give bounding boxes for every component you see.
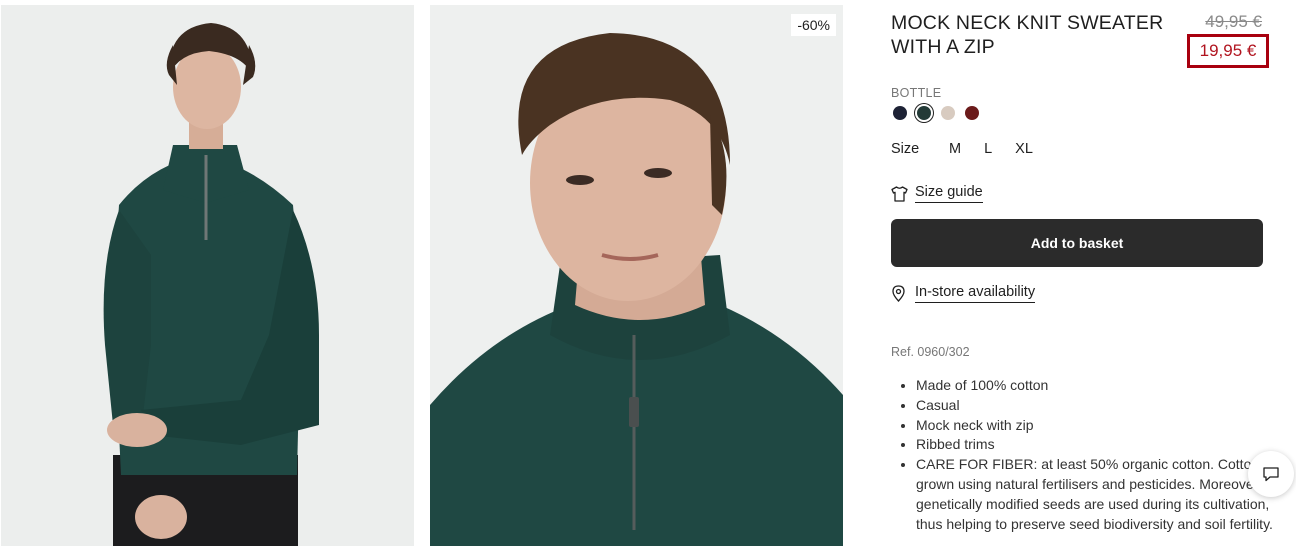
list-item: Ribbed trims (916, 435, 1281, 455)
swatch-bottle[interactable] (917, 106, 931, 120)
model-full-body-photo (1, 5, 414, 546)
list-item: Mock neck with zip (916, 416, 1281, 436)
swatch-beige[interactable] (941, 106, 955, 120)
size-guide-label: Size guide (915, 184, 983, 203)
swatch-navy[interactable] (893, 106, 907, 120)
product-reference: Ref. 0960/302 (891, 345, 970, 359)
sale-price-value: 19,95 € (1199, 41, 1257, 60)
product-title: MOCK NECK KNIT SWEATER WITH A ZIP (891, 12, 1164, 58)
add-to-basket-button[interactable]: Add to basket (891, 219, 1263, 267)
selected-color-name: BOTTLE (891, 86, 942, 100)
size-option-m[interactable]: M (949, 141, 961, 157)
tshirt-icon (891, 185, 908, 202)
list-item: Casual (916, 396, 1281, 416)
color-swatches (893, 106, 979, 120)
discount-badge: -60% (791, 14, 836, 36)
location-pin-icon (892, 285, 905, 302)
in-store-availability-link[interactable]: In-store availability (891, 284, 1036, 303)
in-store-availability-label: In-store availability (915, 284, 1036, 303)
product-image-2[interactable]: -60% (430, 5, 843, 546)
size-selector: Size M L XL (891, 141, 1056, 157)
size-guide-link[interactable]: Size guide (891, 184, 983, 203)
size-label: Size (891, 141, 920, 157)
model-closeup-photo (430, 5, 843, 546)
chat-button[interactable] (1248, 451, 1294, 497)
feature-list: Made of 100% cotton Casual Mock neck wit… (897, 376, 1281, 534)
original-price: 49,95 € (1205, 12, 1262, 31)
size-option-xl[interactable]: XL (1015, 141, 1033, 157)
list-item: CARE FOR FIBER: at least 50% organic cot… (916, 455, 1281, 534)
list-item: Made of 100% cotton (916, 376, 1281, 396)
chat-bubble-icon (1263, 467, 1279, 482)
swatch-burgundy[interactable] (965, 106, 979, 120)
product-image-1[interactable] (1, 5, 414, 546)
product-info-panel: MOCK NECK KNIT SWEATER WITH A ZIP 49,95 … (891, 0, 1281, 546)
sale-price: 19,95 € (1187, 34, 1269, 68)
size-option-l[interactable]: L (984, 141, 992, 157)
